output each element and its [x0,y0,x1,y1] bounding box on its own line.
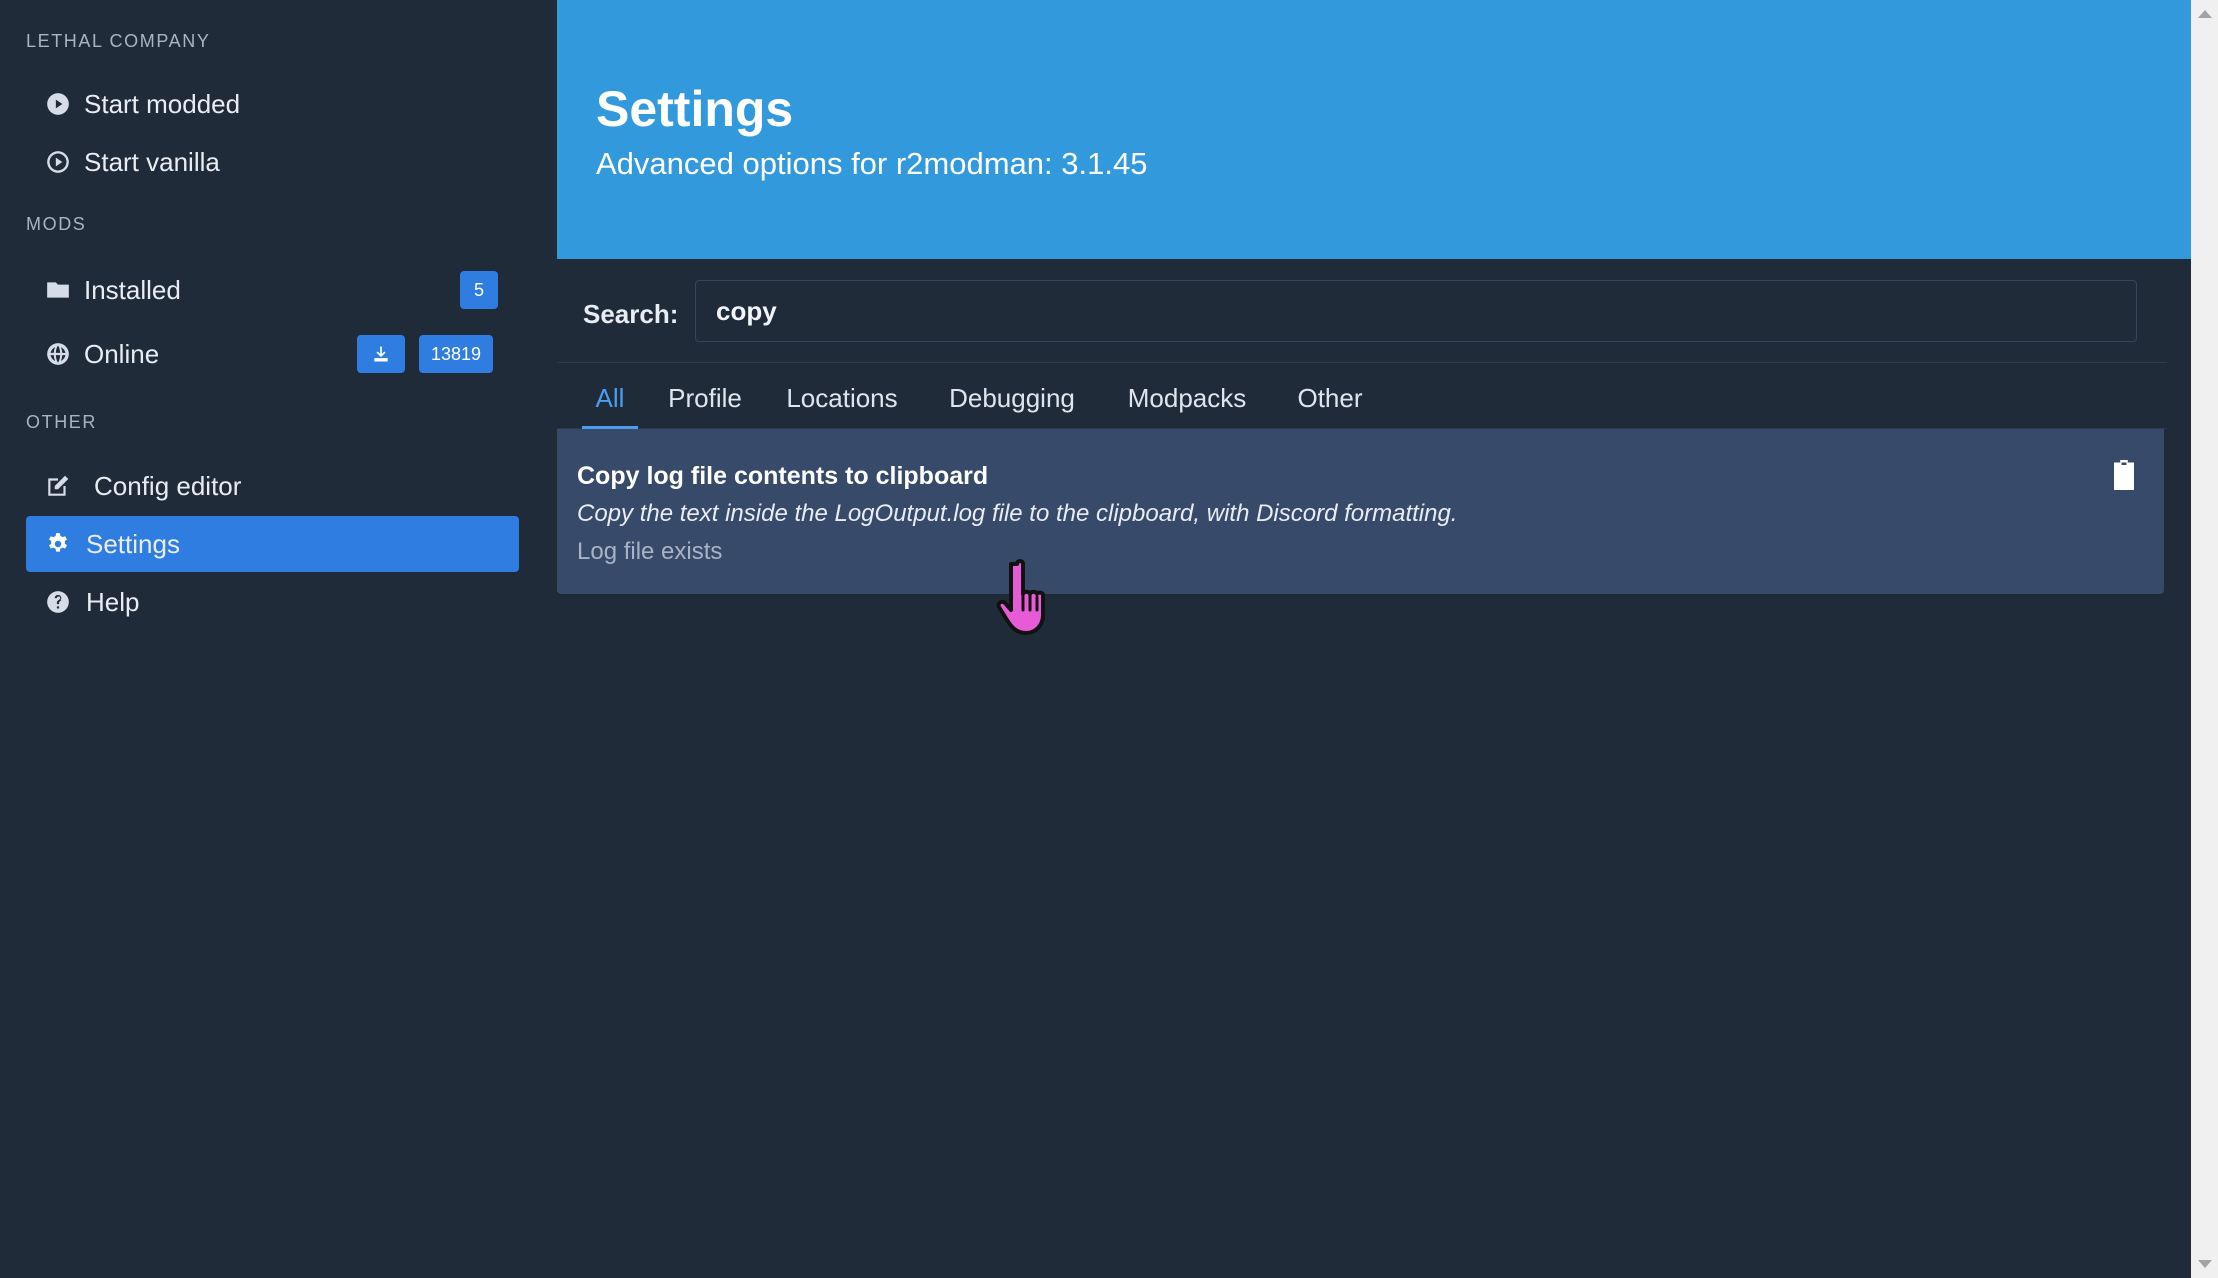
sidebar-item-label: Help [86,586,140,617]
sidebar-item-label: Online [84,338,160,369]
search-bar: Search: [557,259,2167,363]
hand-pointer-cursor-icon [996,559,1045,635]
search-label: Search: [583,299,679,329]
online-count-badge: 13819 [419,335,494,373]
play-circle-outline-icon [44,148,72,176]
sidebar-item-label: Settings [86,528,180,559]
sidebar-item-label: Config editor [94,470,242,501]
gear-icon [44,530,72,558]
globe-icon [44,340,72,368]
sidebar-item-config-editor[interactable]: Config editor [26,458,519,514]
play-circle-icon [44,90,72,118]
page-subtitle: Advanced options for r2modman: 3.1.45 [596,146,1148,181]
edit-icon [44,472,72,500]
tab-all[interactable]: All [582,363,638,429]
scroll-up-arrow-icon[interactable] [2198,10,2212,18]
tab-modpacks[interactable]: Modpacks [1125,363,1249,429]
search-input[interactable] [695,280,2137,342]
tab-debugging[interactable]: Debugging [945,363,1079,429]
setting-status: Log file exists [577,538,723,565]
section-label-other: OTHER [26,412,97,432]
page-title: Settings [596,81,794,137]
setting-card-copy-log[interactable]: Copy log file contents to clipboard Copy… [557,429,2164,594]
sidebar-item-settings[interactable]: Settings [26,516,519,572]
sidebar-item-help[interactable]: Help [26,574,519,630]
clipboard-icon[interactable] [2110,459,2138,491]
setting-description: Copy the text inside the LogOutput.log f… [577,500,1458,527]
section-label-game: LETHAL COMPANY [26,31,211,51]
sidebar: LETHAL COMPANY Start modded Start vanill… [0,0,557,1278]
tab-other[interactable]: Other [1294,363,1366,429]
scroll-down-arrow-icon[interactable] [2198,1260,2212,1268]
tab-profile[interactable]: Profile [663,363,747,429]
setting-title: Copy log file contents to clipboard [577,462,989,490]
download-icon [374,346,388,362]
folder-icon [44,276,72,304]
settings-tabs: All Profile Locations Debugging Modpacks… [557,363,2167,429]
sidebar-item-label: Installed [84,274,181,305]
sidebar-item-start-modded[interactable]: Start modded [26,76,519,132]
scrollbar[interactable] [2191,0,2218,1278]
sidebar-item-start-vanilla[interactable]: Start vanilla [26,134,519,190]
sidebar-item-installed[interactable]: Installed 5 [26,262,519,318]
page-hero: Settings Advanced options for r2modman: … [557,0,2191,259]
installed-count-badge: 5 [460,271,498,309]
app-window: LETHAL COMPANY Start modded Start vanill… [0,0,2218,1278]
download-button[interactable] [357,335,405,373]
sidebar-item-label: Start modded [84,88,241,119]
tab-locations[interactable]: Locations [785,363,899,429]
sidebar-item-label: Start vanilla [84,146,220,177]
sidebar-item-online[interactable]: Online 13819 [26,326,519,382]
section-label-mods: MODS [26,214,87,234]
help-circle-icon [44,588,72,616]
